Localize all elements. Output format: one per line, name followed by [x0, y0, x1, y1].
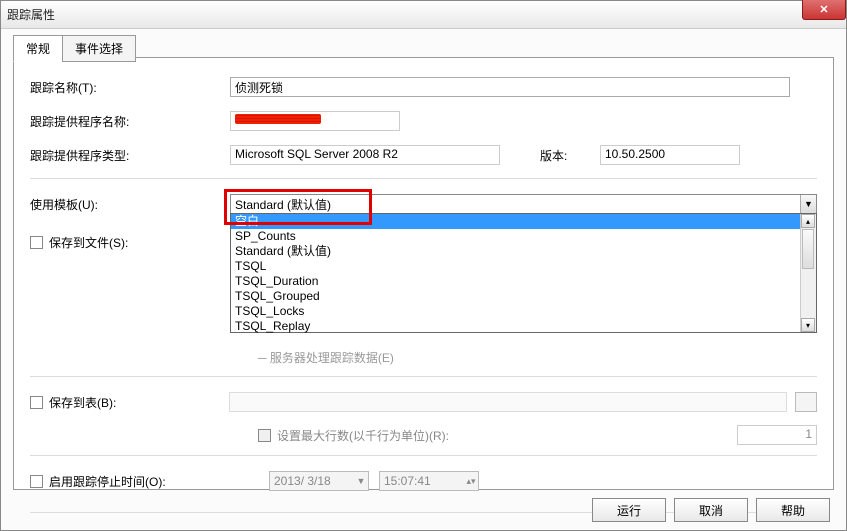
- template-combo[interactable]: Standard (默认值) ▼: [230, 194, 817, 214]
- dd-item-locks[interactable]: TSQL_Locks: [231, 304, 816, 319]
- titlebar: 跟踪属性 ✕: [1, 1, 846, 29]
- dialog-buttons: 运行 取消 帮助: [592, 498, 830, 522]
- dd-item-tsql[interactable]: TSQL: [231, 259, 816, 274]
- scroll-up-icon[interactable]: ▴: [801, 214, 815, 228]
- spinner-icon: ▴▾: [464, 476, 478, 487]
- template-combo-text: Standard (默认值): [231, 196, 800, 213]
- label-max-rows: 设置最大行数(以千行为单位)(R):: [277, 427, 449, 444]
- scroll-thumb[interactable]: [802, 229, 814, 269]
- label-save-table: 保存到表(B):: [49, 394, 229, 411]
- stop-date-picker[interactable]: 2013/ 3/18▼: [269, 471, 369, 491]
- chevron-down-icon: ▼: [800, 195, 816, 213]
- dd-item-grouped[interactable]: TSQL_Grouped: [231, 289, 816, 304]
- content-area: 常规 事件选择 跟踪名称(T): 跟踪提供程序名称: 跟踪提供程序类型: Mic…: [1, 29, 846, 530]
- help-button[interactable]: 帮助: [756, 498, 830, 522]
- label-save-file: 保存到文件(S):: [49, 234, 229, 251]
- label-version: 版本:: [540, 147, 600, 164]
- checkbox-save-table[interactable]: [30, 396, 43, 409]
- close-button[interactable]: ✕: [802, 0, 846, 20]
- tab-general[interactable]: 常规: [13, 35, 63, 62]
- max-rows-input: 1: [737, 425, 817, 445]
- scroll-down-icon[interactable]: ▾: [801, 318, 815, 332]
- label-provider-name: 跟踪提供程序名称:: [30, 113, 230, 130]
- browse-table-button[interactable]: [795, 392, 817, 412]
- checkbox-max-rows: [258, 429, 271, 442]
- provider-type-field: Microsoft SQL Server 2008 R2: [230, 145, 500, 165]
- divider-2: [30, 376, 817, 377]
- dd-item-replay[interactable]: TSQL_Replay: [231, 319, 816, 334]
- label-trace-name: 跟踪名称(T):: [30, 79, 230, 96]
- divider-3: [30, 455, 817, 456]
- template-dropdown: 空白 SP_Counts Standard (默认值) TSQL TSQL_Du…: [230, 213, 817, 333]
- tab-panel-general: 跟踪名称(T): 跟踪提供程序名称: 跟踪提供程序类型: Microsoft S…: [13, 57, 834, 490]
- checkbox-save-file[interactable]: [30, 236, 43, 249]
- version-field: 10.50.2500: [600, 145, 740, 165]
- dd-item-blank[interactable]: 空白: [231, 214, 816, 229]
- label-template: 使用模板(U):: [30, 196, 230, 213]
- cancel-button[interactable]: 取消: [674, 498, 748, 522]
- label-provider-type: 跟踪提供程序类型:: [30, 147, 230, 164]
- server-hint: ─ 服务器处理跟踪数据(E): [258, 349, 394, 366]
- stop-time-picker[interactable]: 15:07:41▴▾: [379, 471, 479, 491]
- close-icon: ✕: [819, 3, 828, 16]
- redacted-text: [235, 114, 321, 124]
- dd-item-duration[interactable]: TSQL_Duration: [231, 274, 816, 289]
- provider-name-field: [230, 111, 400, 131]
- tab-events[interactable]: 事件选择: [62, 35, 136, 62]
- chevron-down-icon: ▼: [354, 476, 368, 486]
- dd-item-standard[interactable]: Standard (默认值): [231, 244, 816, 259]
- checkbox-stop-time[interactable]: [30, 475, 43, 488]
- dd-item-spcounts[interactable]: SP_Counts: [231, 229, 816, 244]
- window-title: 跟踪属性: [7, 6, 55, 23]
- template-combo-wrap: Standard (默认值) ▼ 空白 SP_Counts Standard (…: [230, 194, 817, 214]
- dropdown-scrollbar[interactable]: ▴ ▾: [800, 214, 816, 332]
- label-stop-time: 启用跟踪停止时间(O):: [49, 473, 269, 490]
- tab-strip: 常规 事件选择: [13, 35, 846, 62]
- run-button[interactable]: 运行: [592, 498, 666, 522]
- save-table-path: [229, 392, 787, 412]
- divider-1: [30, 178, 817, 179]
- trace-name-input[interactable]: [230, 77, 790, 97]
